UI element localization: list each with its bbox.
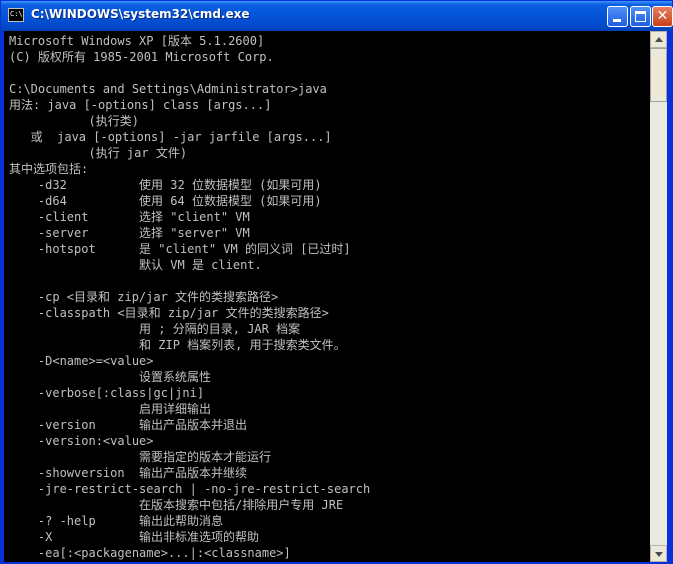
cmd-window: C:\ C:\WINDOWS\system32\cmd.exe ✕ Micros… bbox=[0, 0, 673, 564]
console-line: 在版本搜索中包括/排除用户专用 JRE bbox=[9, 498, 344, 512]
console-output[interactable]: Microsoft Windows XP [版本 5.1.2600] (C) 版权… bbox=[4, 31, 650, 562]
scroll-down-button[interactable] bbox=[650, 545, 667, 562]
maximize-button[interactable] bbox=[630, 6, 651, 27]
console-line: -jre-restrict-search | -no-jre-restrict-… bbox=[9, 482, 371, 496]
console-line: -hotspot 是 "client" VM 的同义词 [已过时] bbox=[9, 242, 351, 256]
console-line: (执行 jar 文件) bbox=[9, 146, 188, 160]
window-frame-bottom bbox=[1, 562, 672, 563]
console-line: -X 输出非标准选项的帮助 bbox=[9, 530, 260, 544]
window-frame-right bbox=[667, 31, 672, 563]
console-line: C:\Documents and Settings\Administrator>… bbox=[9, 82, 327, 96]
maximize-icon bbox=[635, 11, 646, 22]
scroll-down-arrow-icon bbox=[655, 552, 663, 557]
console-line: 用 ; 分隔的目录, JAR 档案 bbox=[9, 322, 301, 336]
window-title: C:\WINDOWS\system32\cmd.exe bbox=[31, 7, 250, 21]
console-line: (C) 版权所有 1985-2001 Microsoft Corp. bbox=[9, 50, 274, 64]
console-line: -D<name>=<value> bbox=[9, 354, 154, 368]
cmd-icon[interactable]: C:\ bbox=[8, 8, 24, 22]
console-line: -d64 使用 64 位数据模型 (如果可用) bbox=[9, 194, 322, 208]
console-line: -showversion 输出产品版本并继续 bbox=[9, 466, 248, 480]
console-line: Microsoft Windows XP [版本 5.1.2600] bbox=[9, 34, 265, 48]
close-icon: ✕ bbox=[656, 8, 669, 24]
console-line: -? -help 输出此帮助消息 bbox=[9, 514, 224, 528]
minimize-button[interactable] bbox=[607, 6, 628, 27]
console-line: -d32 使用 32 位数据模型 (如果可用) bbox=[9, 178, 322, 192]
console-line: 用法: java [-options] class [args...] bbox=[9, 98, 272, 112]
console-line: (执行类) bbox=[9, 114, 139, 128]
vertical-scrollbar[interactable] bbox=[650, 31, 667, 562]
minimize-icon bbox=[613, 19, 621, 22]
console-line: -cp <目录和 zip/jar 文件的类搜索路径> bbox=[9, 290, 279, 304]
console-line: -client 选择 "client" VM bbox=[9, 210, 250, 224]
console-line: -ea[:<packagename>...|:<classname>] bbox=[9, 546, 291, 560]
console-line: -classpath <目录和 zip/jar 文件的类搜索路径> bbox=[9, 306, 329, 320]
console-line: -version:<value> bbox=[9, 434, 154, 448]
scroll-up-button[interactable] bbox=[650, 31, 667, 48]
title-bar[interactable]: C:\ C:\WINDOWS\system32\cmd.exe ✕ bbox=[1, 1, 673, 31]
console-line: 或 java [-options] -jar jarfile [args...] bbox=[9, 130, 332, 144]
scroll-thumb[interactable] bbox=[650, 48, 667, 102]
console-line: 默认 VM 是 client. bbox=[9, 258, 262, 272]
console-line: -server 选择 "server" VM bbox=[9, 226, 250, 240]
console-line: 和 ZIP 档案列表, 用于搜索类文件。 bbox=[9, 338, 346, 352]
console-line: 需要指定的版本才能运行 bbox=[9, 450, 272, 464]
close-button[interactable]: ✕ bbox=[652, 6, 673, 27]
console-line: 其中选项包括: bbox=[9, 162, 89, 176]
scroll-up-arrow-icon bbox=[655, 37, 663, 42]
console-line: -version 输出产品版本并退出 bbox=[9, 418, 248, 432]
console-line: 设置系统属性 bbox=[9, 370, 212, 384]
console-line: -verbose[:class|gc|jni] bbox=[9, 386, 205, 400]
console-line: 启用详细输出 bbox=[9, 402, 212, 416]
